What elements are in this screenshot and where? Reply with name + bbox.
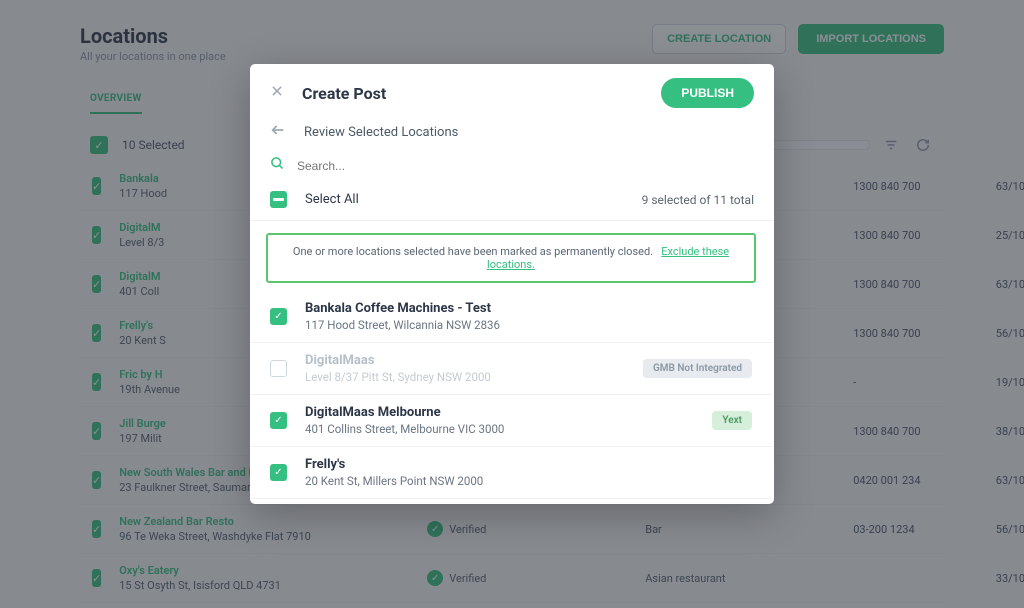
location-name: DigitalMaas Melbourne bbox=[305, 405, 694, 420]
locations-list[interactable]: One or more locations selected have been… bbox=[250, 221, 774, 504]
modal-subheader: Review Selected Locations bbox=[250, 116, 774, 156]
modal-overlay: Create Post PUBLISH Review Selected Loca… bbox=[0, 0, 1024, 608]
location-name: Frelly's bbox=[305, 457, 752, 472]
list-item[interactable]: ✓Fric by H19th Avenue, West Rembo Makati… bbox=[250, 499, 772, 504]
closed-alert: One or more locations selected have been… bbox=[266, 233, 756, 283]
status-badge: GMB Not Integrated bbox=[643, 359, 752, 378]
list-item[interactable]: ✓ Bankala Coffee Machines - Test 117 Hood … bbox=[250, 291, 772, 343]
select-all-row: Select All 9 selected of 11 total bbox=[250, 185, 774, 221]
alert-text: One or more locations selected have been… bbox=[293, 245, 653, 258]
modal-title: Create Post bbox=[302, 84, 386, 103]
close-icon[interactable] bbox=[270, 84, 284, 102]
list-item[interactable]: ✓ DigitalMaas Level 8/37 Pitt St, Sydney N… bbox=[250, 343, 772, 395]
location-address: 401 Collins Street, Melbourne VIC 3000 bbox=[305, 422, 694, 436]
location-name: Bankala Coffee Machines - Test bbox=[305, 301, 752, 316]
list-item[interactable]: ✓ DigitalMaas Melbourne 401 Collins Street… bbox=[250, 395, 772, 447]
location-info: Bankala Coffee Machines - Test 117 Hood S… bbox=[305, 301, 752, 332]
publish-button[interactable]: PUBLISH bbox=[661, 78, 754, 108]
location-checkbox[interactable]: ✓ bbox=[270, 360, 287, 377]
location-checkbox[interactable]: ✓ bbox=[270, 412, 287, 429]
location-checkbox[interactable]: ✓ bbox=[270, 464, 287, 481]
location-info: Frelly's 20 Kent St, Millers Point NSW 20… bbox=[305, 457, 752, 488]
location-address: 117 Hood Street, Wilcannia NSW 2836 bbox=[305, 318, 752, 332]
location-checkbox[interactable]: ✓ bbox=[270, 308, 287, 325]
review-locations-label: Review Selected Locations bbox=[304, 125, 458, 140]
location-info: DigitalMaas Level 8/37 Pitt St, Sydney NS… bbox=[305, 353, 625, 384]
search-input[interactable] bbox=[297, 159, 754, 173]
selection-count: 9 selected of 11 total bbox=[642, 193, 754, 207]
modal-header: Create Post PUBLISH bbox=[250, 64, 774, 116]
location-address: 20 Kent St, Millers Point NSW 2000 bbox=[305, 474, 752, 488]
search-icon bbox=[270, 156, 285, 175]
list-item[interactable]: ✓ Frelly's 20 Kent St, Millers Point NSW 2… bbox=[250, 447, 772, 499]
location-address: Level 8/37 Pitt St, Sydney NSW 2000 bbox=[305, 370, 625, 384]
modal-search bbox=[250, 156, 774, 185]
location-info: DigitalMaas Melbourne 401 Collins Street,… bbox=[305, 405, 694, 436]
location-name: DigitalMaas bbox=[305, 353, 625, 368]
back-arrow-icon[interactable] bbox=[270, 122, 286, 142]
select-all-label: Select All bbox=[305, 192, 359, 207]
create-post-modal: Create Post PUBLISH Review Selected Loca… bbox=[250, 64, 774, 504]
select-all-checkbox[interactable] bbox=[270, 191, 287, 208]
status-badge: Yext bbox=[712, 411, 752, 430]
